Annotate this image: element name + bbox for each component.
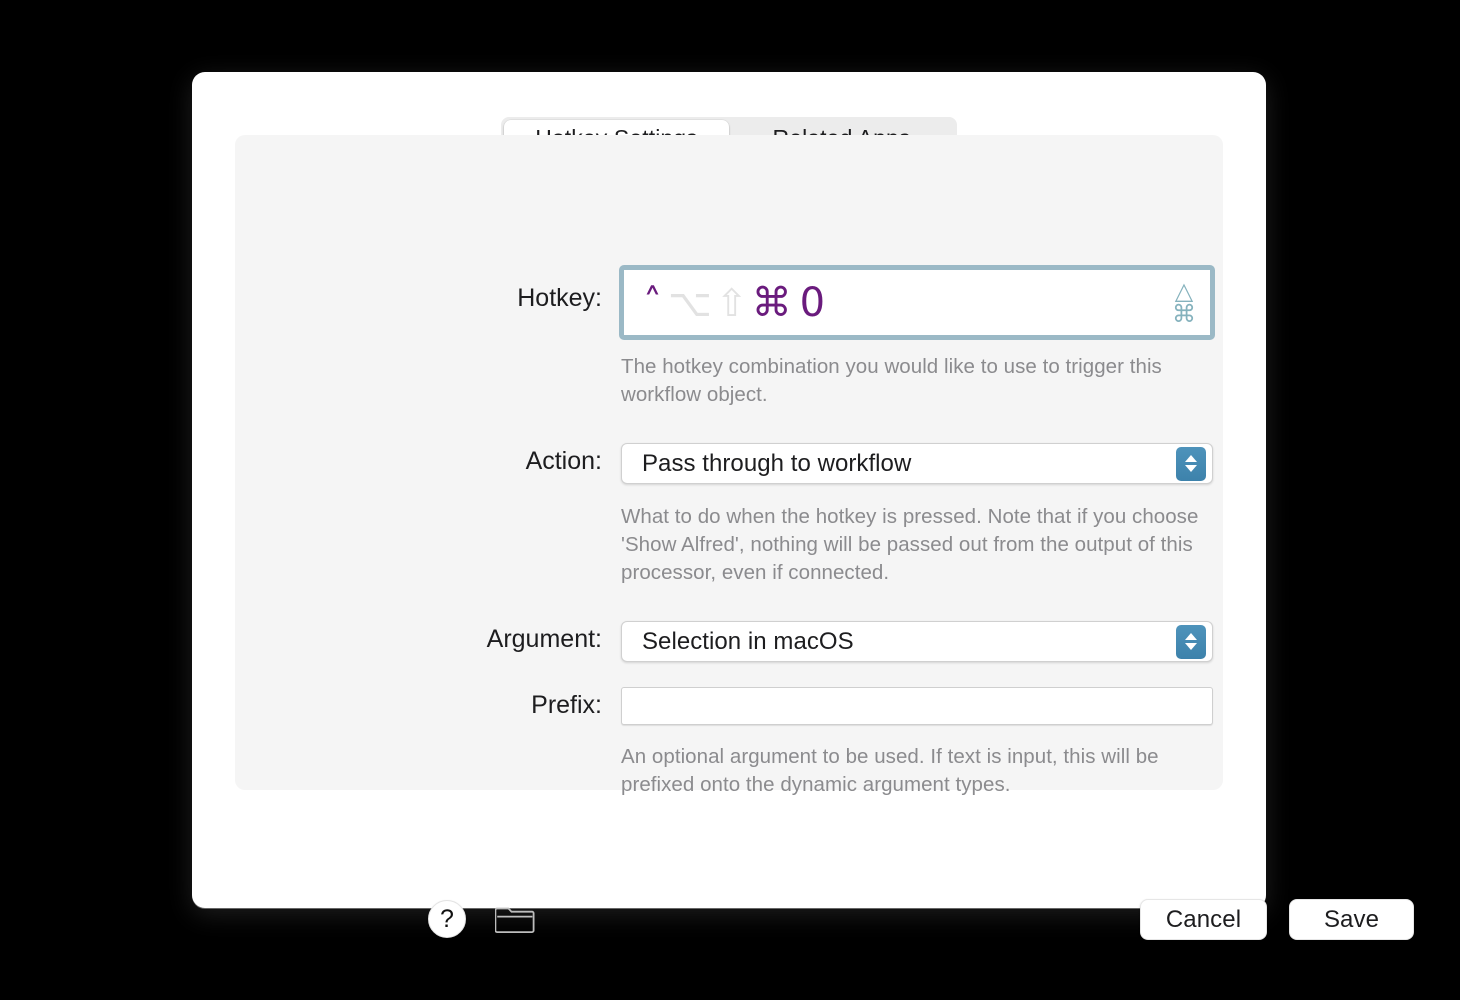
- hotkey-recorder-field[interactable]: ˄ ⌥ ⇧ ⌘ 0 △ ⌘: [619, 265, 1215, 340]
- action-label: Action:: [525, 447, 602, 475]
- chevron-up-icon: [1185, 633, 1197, 640]
- hotkey-glyph-group: ˄ ⌥ ⇧ ⌘ 0: [624, 283, 825, 323]
- chevron-down-icon: [1185, 643, 1197, 650]
- action-dropdown[interactable]: Pass through to workflow: [621, 443, 1213, 484]
- save-button-label: Save: [1323, 905, 1380, 933]
- help-button[interactable]: ?: [428, 900, 466, 938]
- cancel-button-label: Cancel: [1165, 905, 1242, 933]
- chevron-up-icon: [1185, 455, 1197, 462]
- folder-icon: [495, 907, 535, 933]
- hotkey-character: 0: [799, 279, 826, 326]
- option-key-icon: ⌥: [668, 280, 712, 325]
- argument-dropdown[interactable]: Selection in macOS: [621, 621, 1213, 662]
- action-dropdown-value: Pass through to workflow: [642, 449, 912, 477]
- hotkey-description: The hotkey combination you would like to…: [621, 355, 1162, 406]
- command-indicator-icon: ⌘: [1172, 299, 1196, 328]
- screen-root: Hotkey Settings Related Apps Hotkey: ˄ ⌥…: [0, 0, 1460, 1000]
- triangle-up-icon: △: [1174, 276, 1194, 305]
- open-folder-button[interactable]: [493, 900, 537, 938]
- prefix-label: Prefix:: [531, 691, 602, 719]
- save-button[interactable]: Save: [1289, 899, 1414, 940]
- argument-stepper-icon[interactable]: [1176, 624, 1206, 659]
- action-description: What to do when the hotkey is pressed. N…: [621, 505, 1199, 584]
- hotkey-label: Hotkey:: [517, 284, 602, 312]
- chevron-down-icon: [1185, 465, 1197, 472]
- action-stepper-icon[interactable]: [1176, 446, 1206, 481]
- prefix-input[interactable]: [621, 687, 1213, 725]
- hotkey-indicator-group: △ ⌘: [1172, 276, 1196, 328]
- argument-label: Argument:: [486, 625, 602, 653]
- argument-dropdown-value: Selection in macOS: [642, 627, 854, 655]
- shift-key-icon: ⇧: [715, 280, 748, 325]
- hotkey-settings-dialog: Hotkey Settings Related Apps Hotkey: ˄ ⌥…: [192, 72, 1414, 940]
- control-key-icon: ˄: [643, 280, 662, 325]
- question-mark-icon: ?: [440, 904, 454, 933]
- prefix-description: An optional argument to be used. If text…: [621, 745, 1159, 796]
- cancel-button[interactable]: Cancel: [1140, 899, 1267, 940]
- command-key-icon: ⌘: [751, 279, 792, 326]
